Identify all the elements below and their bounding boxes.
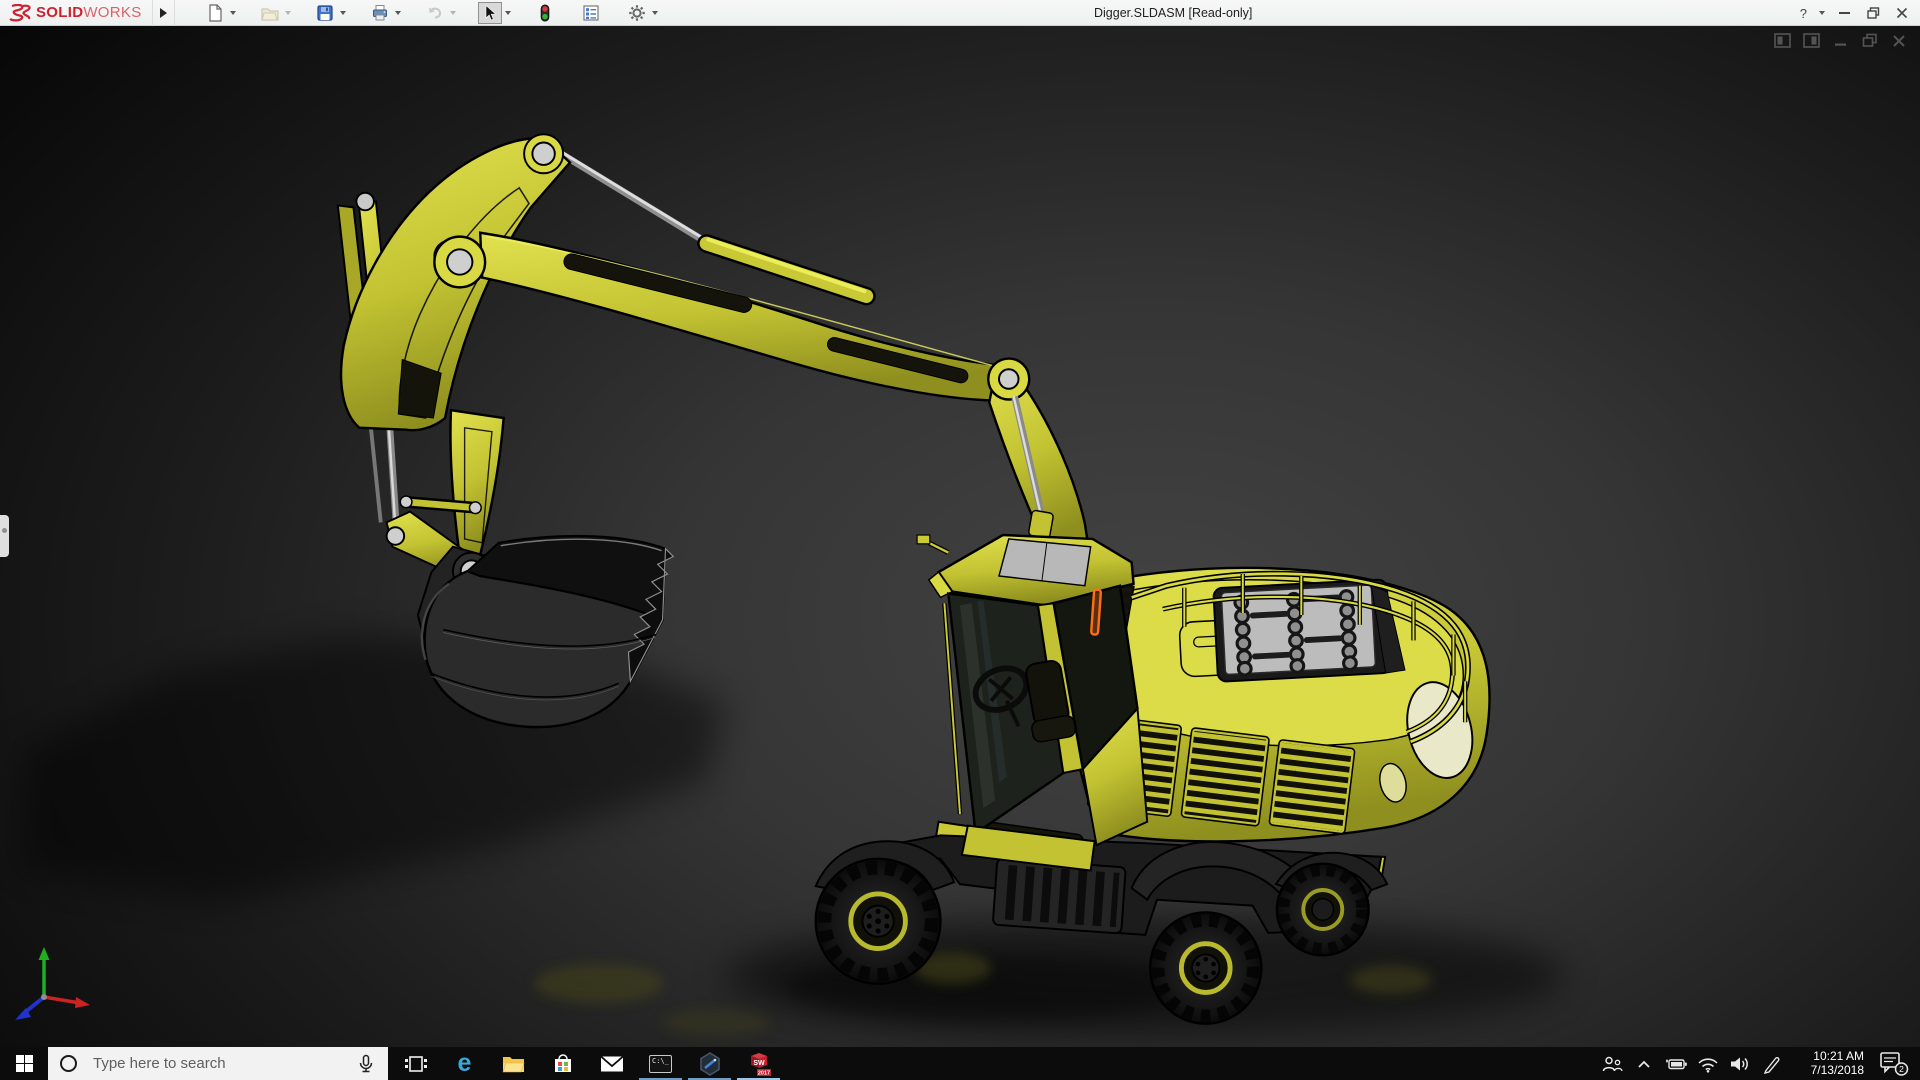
flyout-tab-handle (2, 528, 7, 533)
document-restore-button[interactable] (1860, 32, 1879, 49)
clock-time: 10:21 AM (1798, 1049, 1864, 1063)
undo-caret[interactable] (450, 11, 456, 15)
restore-icon (1867, 7, 1880, 19)
document-close-button[interactable] (1889, 32, 1908, 49)
print-caret[interactable] (395, 11, 401, 15)
sw-year: 2017 (757, 1070, 769, 1076)
chevron-up-icon[interactable] (1628, 1047, 1660, 1080)
options-button[interactable] (625, 2, 649, 24)
file-properties-button[interactable] (579, 2, 603, 24)
sw-letters: SW (753, 1060, 765, 1067)
taskbar-app-edge[interactable]: e (440, 1047, 489, 1080)
taskbar-clock[interactable]: 10:21 AM 7/13/2018 (1798, 1049, 1864, 1077)
orientation-triad (6, 941, 102, 1025)
featuremanager-flyout-tab[interactable] (0, 515, 9, 557)
notification-badge: 2 (1899, 1064, 1904, 1074)
new-document-button[interactable] (203, 2, 227, 24)
open-icon (261, 4, 279, 22)
taskbar: e C:\_ (0, 1047, 1920, 1080)
new-document-icon (206, 4, 224, 22)
solidworks-logo-icon (8, 4, 32, 22)
logo-text-light: WORKS (83, 4, 141, 21)
solidworks-logo: SOLIDWORKS (0, 0, 153, 26)
minimize-button[interactable] (1834, 3, 1854, 23)
help-caret[interactable] (1819, 11, 1825, 15)
rebuild-stoplight-button[interactable] (533, 2, 557, 24)
toolbar-flyout-button[interactable] (153, 0, 175, 26)
save-caret[interactable] (340, 11, 346, 15)
selected-edge-highlight (1091, 589, 1101, 634)
undo-icon (426, 4, 444, 22)
view-orientation-label: *Dimetric (14, 1030, 67, 1045)
taskbar-app-command-prompt[interactable]: C:\_ (636, 1047, 685, 1080)
select-cursor-icon (481, 4, 499, 22)
start-button[interactable] (0, 1047, 48, 1080)
open-caret[interactable] (285, 11, 291, 15)
taskbar-app-mail[interactable] (587, 1047, 636, 1080)
help-button[interactable]: ? (1800, 6, 1807, 21)
taskbar-app-store[interactable] (538, 1047, 587, 1080)
select-caret[interactable] (505, 11, 511, 15)
taskbar-app-solidworks[interactable]: SW 2017 (734, 1047, 783, 1080)
dock-pane-left-button[interactable] (1773, 32, 1792, 49)
task-view-icon (405, 1053, 427, 1075)
document-title: Digger.SLDASM [Read-only] (1094, 6, 1252, 20)
options-caret[interactable] (652, 11, 658, 15)
mail-icon (600, 1055, 624, 1073)
store-icon (552, 1053, 574, 1075)
print-icon (371, 4, 389, 22)
taskbar-app-paint-3d[interactable] (685, 1047, 734, 1080)
select-button[interactable] (478, 2, 502, 24)
volume-icon[interactable] (1724, 1047, 1756, 1080)
battery-icon[interactable] (1660, 1047, 1692, 1080)
windows-logo-icon (16, 1055, 33, 1072)
system-tray (1596, 1047, 1788, 1080)
excavator-model (0, 26, 1920, 1047)
pen-icon[interactable] (1756, 1047, 1788, 1080)
wifi-icon[interactable] (1692, 1047, 1724, 1080)
taskbar-app-file-explorer[interactable] (489, 1047, 538, 1080)
undo-button[interactable] (423, 2, 447, 24)
file-properties-icon (582, 4, 600, 22)
document-window-controls (1773, 32, 1908, 49)
open-button[interactable] (258, 2, 282, 24)
restore-button[interactable] (1863, 3, 1883, 23)
gear-icon (628, 4, 646, 22)
new-document-caret[interactable] (230, 11, 236, 15)
people-icon[interactable] (1596, 1047, 1628, 1080)
search-input[interactable] (93, 1055, 323, 1072)
paint-3d-icon (698, 1052, 722, 1076)
title-bar: SOLIDWORKS (0, 0, 1920, 26)
close-icon (1896, 7, 1908, 19)
cortana-icon (60, 1055, 77, 1072)
action-center-button[interactable]: 2 (1872, 1047, 1916, 1080)
clock-date: 7/13/2018 (1798, 1063, 1864, 1077)
file-explorer-icon (502, 1054, 525, 1074)
taskbar-search-box[interactable] (48, 1047, 388, 1080)
command-prompt-icon: C:\_ (649, 1055, 672, 1073)
graphics-area[interactable]: *Dimetric (0, 26, 1920, 1047)
action-center-icon: 2 (1879, 1051, 1909, 1077)
solidworks-app-icon: SW 2017 (746, 1051, 772, 1077)
document-minimize-button[interactable] (1831, 32, 1850, 49)
save-icon (316, 4, 334, 22)
logo-text-bold: SOLID (36, 4, 83, 21)
edge-icon: e (458, 1051, 472, 1076)
close-button[interactable] (1892, 3, 1912, 23)
print-button[interactable] (368, 2, 392, 24)
dock-pane-right-button[interactable] (1802, 32, 1821, 49)
taskbar-app-row: e C:\_ (391, 1047, 783, 1080)
save-button[interactable] (313, 2, 337, 24)
task-view-button[interactable] (391, 1047, 440, 1080)
microphone-icon[interactable] (356, 1054, 376, 1074)
stoplight-icon (536, 4, 554, 22)
